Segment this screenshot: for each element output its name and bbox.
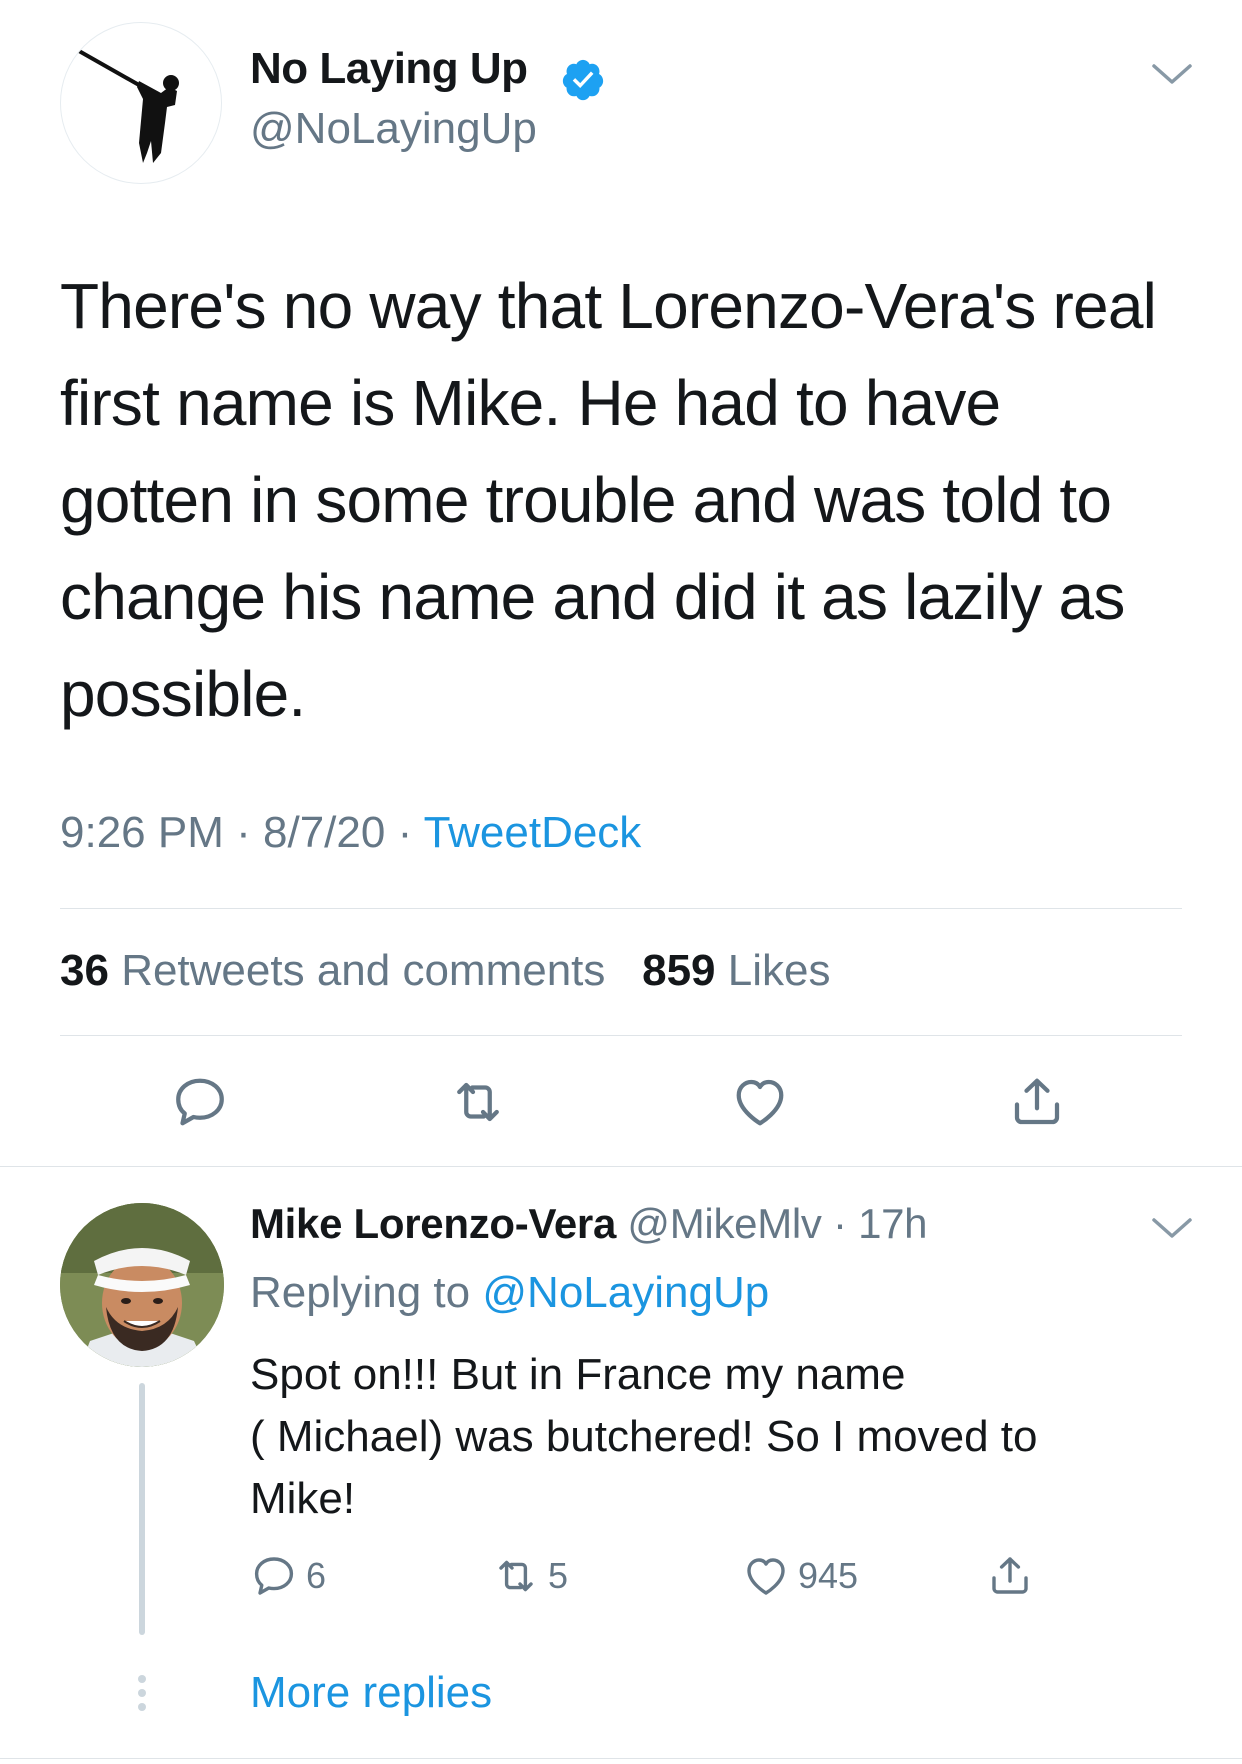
- reply-comment-count: 6: [306, 1555, 327, 1596]
- verified-badge-icon: [562, 59, 604, 101]
- likes-stat[interactable]: 859 Likes: [642, 946, 830, 995]
- reply-author-handle[interactable]: @MikeMlv: [627, 1200, 822, 1247]
- retweet-icon[interactable]: [448, 1072, 508, 1132]
- replying-to-line: Replying to @NoLayingUp: [250, 1268, 769, 1318]
- reply-author-name[interactable]: Mike Lorenzo-Vera: [250, 1200, 616, 1247]
- reply-comment-button[interactable]: 6: [250, 1548, 326, 1604]
- reply-share-button[interactable]: [986, 1548, 1042, 1604]
- meta-separator: ·: [397, 808, 413, 857]
- tweet-source-link[interactable]: TweetDeck: [424, 808, 642, 857]
- reply-author-avatar[interactable]: [60, 1203, 224, 1367]
- author-handle[interactable]: @NoLayingUp: [250, 104, 537, 154]
- likes-count: 859: [642, 946, 716, 995]
- replying-to-handle-link[interactable]: @NoLayingUp: [482, 1268, 769, 1317]
- reply-like-count: 945: [798, 1555, 859, 1596]
- divider: [60, 908, 1182, 909]
- more-dots-icon: [138, 1675, 146, 1711]
- tweet-text: There's no way that Lorenzo-Vera's real …: [60, 270, 1157, 730]
- chevron-down-icon[interactable]: [1150, 58, 1194, 88]
- reply-like-button[interactable]: 945: [742, 1548, 858, 1604]
- retweets-stat[interactable]: 36 Retweets and comments: [60, 946, 605, 995]
- thread-connector-line: [139, 1383, 145, 1635]
- tweet-date: 8/7/20: [263, 808, 386, 857]
- reply-retweet-count: 5: [548, 1555, 569, 1596]
- likes-label: Likes: [727, 946, 831, 995]
- author-avatar[interactable]: [60, 22, 222, 184]
- reply-text-line: ( Michael) was butchered! So I moved to: [250, 1412, 1038, 1461]
- meta-separator: ·: [821, 1200, 859, 1247]
- retweets-label: Retweets and comments: [121, 946, 606, 995]
- replying-to-label: Replying to: [250, 1268, 471, 1317]
- reply-header: Mike Lorenzo-Vera @MikeMlv · 17h: [250, 1200, 928, 1248]
- retweet-icon: [499, 1560, 533, 1592]
- reply-age: 17h: [858, 1200, 928, 1247]
- tweet-meta: 9:26 PM · 8/7/20 · TweetDeck: [60, 808, 641, 858]
- tweet-stats: 36 Retweets and comments 859 Likes: [60, 946, 830, 996]
- divider: [60, 1035, 1182, 1036]
- reply-retweet-button[interactable]: 5: [492, 1548, 568, 1604]
- comment-icon[interactable]: [170, 1072, 230, 1132]
- share-icon: [992, 1557, 1028, 1594]
- divider: [0, 1758, 1242, 1759]
- comment-icon: [254, 1557, 294, 1595]
- divider: [0, 1166, 1242, 1167]
- chevron-down-icon[interactable]: [1150, 1212, 1194, 1242]
- heart-icon[interactable]: [730, 1072, 790, 1132]
- tweet-time: 9:26 PM: [60, 808, 224, 857]
- retweets-count: 36: [60, 946, 109, 995]
- heart-icon: [747, 1558, 785, 1595]
- meta-separator: ·: [236, 808, 251, 857]
- author-name[interactable]: No Laying Up: [250, 44, 528, 94]
- reply-text-line: Spot on!!! But in France my name: [250, 1350, 906, 1399]
- more-replies-link[interactable]: More replies: [250, 1668, 492, 1718]
- share-icon[interactable]: [1007, 1072, 1067, 1132]
- reply-text: Spot on!!! But in France my name ( Micha…: [250, 1344, 1150, 1530]
- reply-text-line: Mike!: [250, 1474, 356, 1523]
